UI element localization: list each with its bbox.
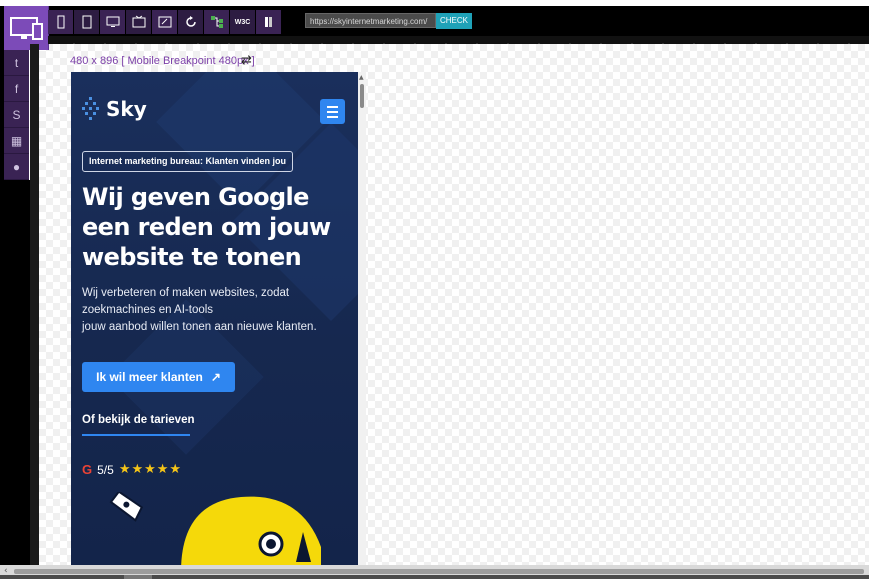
- logo-icon: [82, 97, 100, 121]
- tablet-button[interactable]: [74, 10, 99, 34]
- book-icon: [264, 17, 272, 27]
- hero-badge: Internet marketing bureau: Klanten vinde…: [82, 151, 294, 172]
- arrow-up-right-icon: ↗: [210, 370, 221, 384]
- tablet-icon: [82, 15, 91, 29]
- desktop-icon: [106, 16, 119, 27]
- rating-score: 5/5: [97, 462, 114, 477]
- twitter-icon[interactable]: t: [4, 50, 29, 76]
- devices-icon: [10, 17, 43, 40]
- delicious-icon[interactable]: ▦: [4, 128, 29, 154]
- mobile-portrait-button[interactable]: [48, 10, 73, 34]
- facebook-icon[interactable]: f: [4, 76, 29, 102]
- sitemap-button[interactable]: [204, 10, 229, 34]
- google-rating: G 5/5 ★★★★★: [82, 462, 182, 477]
- skype-icon[interactable]: S: [4, 102, 29, 128]
- url-input[interactable]: https://skyinternetmarketing.com/: [305, 13, 436, 28]
- desktop-button[interactable]: [100, 10, 125, 34]
- responsive-view-button[interactable]: [4, 6, 49, 50]
- mobile-preview: Sky Internet marketing bureau: Klanten v…: [71, 72, 358, 565]
- breakpoint-label: 480 x 896 [ Mobile Breakpoint 480px ]: [70, 55, 255, 67]
- hero-title: Wij geven Google een reden om jouw websi…: [82, 183, 331, 271]
- w3c-validator-button[interactable]: W3C: [230, 10, 255, 34]
- resize-button[interactable]: [152, 10, 177, 34]
- logo-text: Sky: [106, 97, 147, 121]
- rocket-illustration: [109, 492, 321, 565]
- user-icon[interactable]: ●: [4, 154, 29, 180]
- horizontal-ruler: 0501001502002503003504004505005506006507…: [48, 36, 869, 44]
- hamburger-menu-button[interactable]: [320, 99, 345, 124]
- pricing-link-underline: [82, 434, 190, 436]
- cta-button[interactable]: Ik wil meer klanten ↗: [82, 362, 235, 392]
- site-logo[interactable]: Sky: [82, 97, 147, 121]
- w3c-validator-icon: W3C: [234, 18, 251, 26]
- google-icon: G: [82, 462, 93, 477]
- check-button[interactable]: CHECK: [436, 13, 472, 29]
- horizontal-scrollbar[interactable]: ‹: [0, 565, 869, 579]
- pricing-link[interactable]: Of bekijk de tarieven: [82, 414, 195, 426]
- ruler-ticks: 0501001502002503003504004505005506006507…: [73, 43, 850, 44]
- device-toolbar: W3C: [48, 10, 281, 34]
- book-button[interactable]: [256, 10, 281, 34]
- tv-icon: [132, 15, 145, 28]
- tv-button[interactable]: [126, 10, 151, 34]
- mobile-portrait-icon: [57, 15, 64, 29]
- preview-scrollbar[interactable]: ▲: [358, 72, 366, 565]
- refresh-icon: [185, 16, 196, 27]
- left-panel: [0, 180, 30, 569]
- rotate-icon[interactable]: ⇄: [241, 53, 252, 68]
- refresh-button[interactable]: [178, 10, 203, 34]
- sitemap-icon: [210, 16, 223, 28]
- resize-icon: [158, 16, 171, 28]
- hero-subtitle: Wij verbeteren of maken websites, zodat …: [82, 287, 317, 333]
- social-sidebar: t f S ▦ ●: [4, 50, 29, 180]
- star-rating: ★★★★★: [118, 462, 183, 477]
- vertical-ruler: [30, 44, 39, 569]
